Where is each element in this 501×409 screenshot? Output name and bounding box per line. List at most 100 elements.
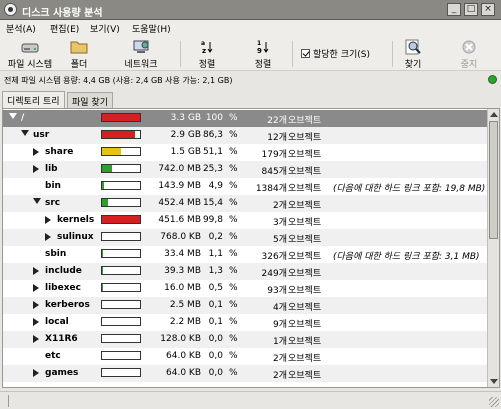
- folder-name: etc: [45, 351, 61, 361]
- tree-row[interactable]: src 452.4 MB 15,4 2개 오브젝트%: [3, 195, 487, 212]
- expander-collapsed-icon[interactable]: [33, 148, 39, 156]
- folder-size: 2.9 GB: [170, 130, 201, 140]
- usage-bar-fill: [102, 114, 140, 121]
- toolbar-separator: [180, 41, 181, 67]
- usage-bar-fill: [102, 148, 122, 155]
- window-title: 디스크 사용량 분석: [22, 8, 103, 19]
- harddisk-icon: [21, 43, 39, 53]
- object-count: 2개: [272, 354, 287, 364]
- find-button[interactable]: 찾기: [402, 39, 424, 70]
- tree-row[interactable]: include 39.3 MB 1,3 249개 오브젝트%: [3, 263, 487, 280]
- tree-row[interactable]: sulinux 768.0 KB 0,2 5개 오브젝트%: [3, 229, 487, 246]
- expander-collapsed-icon[interactable]: [33, 284, 39, 292]
- object-count: 93개: [267, 286, 287, 296]
- tree-row[interactable]: libexec 16.0 MB 0,5 93개 오브젝트%: [3, 280, 487, 297]
- object-count: 5개: [272, 235, 287, 245]
- minimize-button[interactable]: _: [447, 3, 461, 16]
- tree-row[interactable]: usr 2.9 GB 86,3 12개 오브젝트%: [3, 127, 487, 144]
- scroll-up-arrow-icon[interactable]: [490, 112, 498, 117]
- menu-help[interactable]: 도움말(H): [132, 22, 171, 35]
- expander-collapsed-icon[interactable]: [33, 335, 39, 343]
- magnifier-icon: [405, 39, 421, 55]
- allocated-size-checkbox[interactable]: 할당한 크기(S): [301, 47, 370, 60]
- hardlink-note: (다음에 대한 하드 링크 포함: 19,8 MB): [333, 184, 486, 194]
- stop-button[interactable]: 중지: [458, 39, 480, 70]
- usage-bar: [101, 164, 141, 173]
- tree-row[interactable]: etc 64.0 KB 0,0 2개 오브젝트%: [3, 348, 487, 365]
- expander-expanded-icon[interactable]: [33, 198, 41, 204]
- object-label: 오브젝트: [288, 150, 322, 160]
- folder-name: bin: [45, 181, 61, 191]
- expander-collapsed-icon[interactable]: [33, 301, 39, 309]
- menu-view[interactable]: 보기(V): [90, 22, 120, 35]
- expander-expanded-icon[interactable]: [9, 113, 17, 119]
- expander-collapsed-icon[interactable]: [33, 369, 39, 377]
- usage-bar-fill: [102, 216, 140, 223]
- folder-name: games: [45, 368, 79, 378]
- menu-edit[interactable]: 편집(E): [50, 22, 79, 35]
- expander-collapsed-icon[interactable]: [33, 165, 39, 173]
- tree-row[interactable]: lib 742.0 MB 25,3 845개 오브젝트%: [3, 161, 487, 178]
- directory-tree[interactable]: /3.3 GB 100 22개 오브젝트% usr 2.9 GB 86,3 12개 오브젝트% s…: [2, 108, 500, 388]
- sort-by-name-button[interactable]: az 정렬: [194, 39, 220, 70]
- usage-bar: [101, 232, 141, 241]
- svg-text:1: 1: [257, 40, 261, 47]
- object-label: 오브젝트: [288, 320, 322, 330]
- percent-sign: %: [229, 181, 238, 191]
- tab-directory-tree[interactable]: 디렉토리 트리: [2, 91, 65, 108]
- tree-row[interactable]: X11R6 128.0 KB 0,0 1개 오브젝트%: [3, 331, 487, 348]
- expander-collapsed-icon[interactable]: [45, 233, 51, 241]
- filesystem-button[interactable]: 파일 시스템: [6, 39, 54, 70]
- expander-collapsed-icon[interactable]: [33, 318, 39, 326]
- folder-size: 3.3 GB: [170, 113, 201, 123]
- tree-row[interactable]: share 1.5 GB 51,1 179개 오브젝트%: [3, 144, 487, 161]
- scroll-down-arrow-icon[interactable]: [490, 379, 498, 384]
- view-tabs: 디렉토리 트리 파일 찾기: [0, 91, 501, 108]
- tab-file-search[interactable]: 파일 찾기: [67, 92, 113, 108]
- sort-by-size-button[interactable]: 19 정렬: [250, 39, 276, 70]
- folder-size: 64.0 KB: [166, 351, 201, 361]
- usage-percent: 0,2: [208, 232, 223, 242]
- object-count: 1384개: [255, 184, 287, 194]
- object-label: 오브젝트: [288, 184, 322, 194]
- object-count: 179개: [261, 150, 287, 160]
- vertical-scrollbar[interactable]: [487, 109, 499, 387]
- folder-button[interactable]: 폴더: [64, 39, 94, 70]
- menu-analyze[interactable]: 분석(A): [6, 22, 36, 35]
- tree-row[interactable]: games 64.0 KB 0,0 2개 오브젝트%: [3, 365, 487, 382]
- folder-size: 1.5 GB: [170, 147, 201, 157]
- close-button[interactable]: ×: [481, 3, 495, 16]
- resize-grip-icon[interactable]: [489, 397, 499, 407]
- object-count: 845개: [261, 167, 287, 177]
- expander-collapsed-icon[interactable]: [45, 216, 51, 224]
- object-label: 오브젝트: [288, 269, 322, 279]
- expander-expanded-icon[interactable]: [21, 130, 29, 136]
- tree-row[interactable]: kerberos 2.5 MB 0,1 4개 오브젝트%: [3, 297, 487, 314]
- folder-size: 2.2 MB: [169, 317, 201, 327]
- folder-size: 452.4 MB: [158, 198, 201, 208]
- percent-sign: %: [229, 334, 238, 344]
- object-label: 오브젝트: [288, 116, 322, 126]
- tree-row[interactable]: sbin 33.4 MB 1,1 326개 오브젝트% (다음에 대한 하드 링크 포함:…: [3, 246, 487, 263]
- object-count: 1개: [272, 337, 287, 347]
- status-bar: [0, 391, 501, 409]
- folder-name: include: [45, 266, 82, 276]
- folder-size: 128.0 KB: [160, 334, 201, 344]
- usage-bar: [101, 113, 141, 122]
- object-label: 오브젝트: [288, 371, 322, 381]
- network-button[interactable]: 네트워크: [120, 39, 162, 70]
- tree-row[interactable]: local 2.2 MB 0,1 9개 오브젝트%: [3, 314, 487, 331]
- status-indicator-icon: [488, 75, 497, 84]
- svg-text:a: a: [201, 40, 205, 47]
- tree-row[interactable]: kernels 451.6 MB 99,8 3개 오브젝트%: [3, 212, 487, 229]
- tree-row[interactable]: bin 143.9 MB 4,9 1384개 오브젝트% (다음에 대한 하드 링크 포함…: [3, 178, 487, 195]
- object-count: 3개: [272, 218, 287, 228]
- tree-row[interactable]: / 3.3 GB 100 22개 오브젝트%: [3, 110, 487, 127]
- maximize-button[interactable]: □: [464, 3, 478, 16]
- menu-bar: 분석(A) 편집(E) 보기(V) 도움말(H): [0, 20, 501, 37]
- usage-bar: [101, 215, 141, 224]
- scroll-thumb[interactable]: [489, 121, 498, 239]
- expander-collapsed-icon[interactable]: [33, 267, 39, 275]
- usage-percent: 51,1: [202, 147, 223, 157]
- usage-bar: [101, 147, 141, 156]
